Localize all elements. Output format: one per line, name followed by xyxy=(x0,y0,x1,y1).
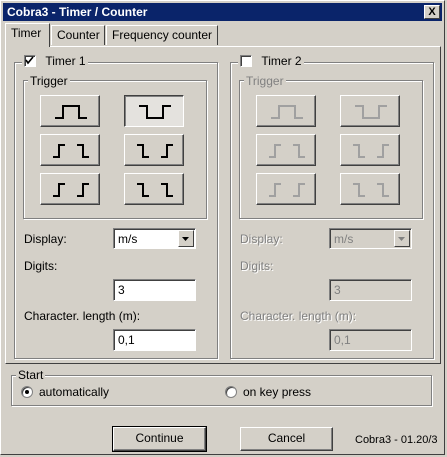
timer2-trigger-rising-falling-button[interactable] xyxy=(256,134,316,166)
falling-falling-icon xyxy=(137,183,173,197)
rising-rising-icon xyxy=(53,183,89,197)
timer1-display-label: Display: xyxy=(24,232,67,246)
chevron-down-icon[interactable] xyxy=(394,230,410,247)
timer1-charlen-field[interactable]: 0,1 xyxy=(113,329,196,351)
timer1-digits-label: Digits: xyxy=(24,259,58,273)
falling-falling-icon xyxy=(353,183,389,197)
pulse-low-icon xyxy=(355,105,387,119)
timer1-trigger-pulse-low-button[interactable] xyxy=(124,95,184,127)
timer1-trigger-falling-falling-button[interactable] xyxy=(124,173,184,205)
start-title: Start xyxy=(16,368,46,382)
timer1-checkbox[interactable] xyxy=(24,55,36,67)
timer1-label: Timer 1 xyxy=(45,54,86,68)
timer2-checkbox[interactable] xyxy=(240,55,252,67)
timer2-display-label: Display: xyxy=(240,232,283,246)
timer2-trigger-pulse-low-button[interactable] xyxy=(340,95,400,127)
timer-counter-dialog: Cobra3 - Timer / Counter X Timer Counter… xyxy=(0,0,445,455)
radio-on-key-press[interactable] xyxy=(225,386,237,398)
pulse-high-icon xyxy=(271,105,303,119)
cancel-button[interactable]: Cancel xyxy=(240,427,333,451)
tab-frequency-counter[interactable]: Frequency counter xyxy=(106,25,218,45)
falling-rising-icon xyxy=(137,144,173,158)
timer1-trigger-pulse-high-button[interactable] xyxy=(40,95,100,127)
timer2-trigger-falling-falling-button[interactable] xyxy=(340,173,400,205)
tab-counter[interactable]: Counter xyxy=(51,25,105,45)
chevron-down-icon[interactable] xyxy=(178,230,194,247)
falling-rising-icon xyxy=(353,144,389,158)
timer2-digits-field[interactable]: 3 xyxy=(329,279,412,301)
timer2-charlen-label: Character. length (m): xyxy=(240,309,357,323)
timer2-trigger-pulse-high-button[interactable] xyxy=(256,95,316,127)
timer1-trigger-rising-falling-button[interactable] xyxy=(40,134,100,166)
rising-rising-icon xyxy=(269,183,305,197)
pulse-high-icon xyxy=(55,105,87,119)
timer2-charlen-field[interactable]: 0,1 xyxy=(329,329,412,351)
timer1-trigger-falling-rising-button[interactable] xyxy=(124,134,184,166)
timer1-display-value: m/s xyxy=(118,232,138,246)
close-button[interactable]: X xyxy=(424,5,440,19)
timer1-trigger-rising-rising-button[interactable] xyxy=(40,173,100,205)
timer-tab-panel: Timer 1 Trigger Display: m/s Digits: 3 C… xyxy=(5,46,441,364)
title-bar: Cobra3 - Timer / Counter X xyxy=(3,3,442,21)
radio-on-key-press-label[interactable]: on key press xyxy=(243,385,311,399)
timer1-charlen-label: Character. length (m): xyxy=(24,309,141,323)
timer2-header: Timer 2 xyxy=(238,54,304,68)
timer2-trigger-falling-rising-button[interactable] xyxy=(340,134,400,166)
timer1-digits-field[interactable]: 3 xyxy=(113,279,196,301)
timer2-display-select[interactable]: m/s xyxy=(329,228,412,249)
continue-button[interactable]: Continue xyxy=(112,426,207,452)
tab-timer[interactable]: Timer xyxy=(5,23,50,47)
timer1-trigger-title: Trigger xyxy=(28,74,70,88)
pulse-low-icon xyxy=(139,105,171,119)
timer1-header: Timer 1 xyxy=(22,54,88,68)
timer2-trigger-rising-rising-button[interactable] xyxy=(256,173,316,205)
timer1-display-select[interactable]: m/s xyxy=(113,228,196,249)
timer2-display-value: m/s xyxy=(334,232,354,246)
timer2-trigger-title: Trigger xyxy=(244,74,286,88)
radio-automatically[interactable] xyxy=(21,386,33,398)
rising-falling-icon xyxy=(269,144,305,158)
timer2-digits-label: Digits: xyxy=(240,259,274,273)
rising-falling-icon xyxy=(53,144,89,158)
radio-automatically-label[interactable]: automatically xyxy=(39,385,109,399)
timer2-label: Timer 2 xyxy=(261,54,302,68)
window-title: Cobra3 - Timer / Counter xyxy=(7,5,148,19)
version-label: Cobra3 - 01.20/3 xyxy=(355,434,438,446)
